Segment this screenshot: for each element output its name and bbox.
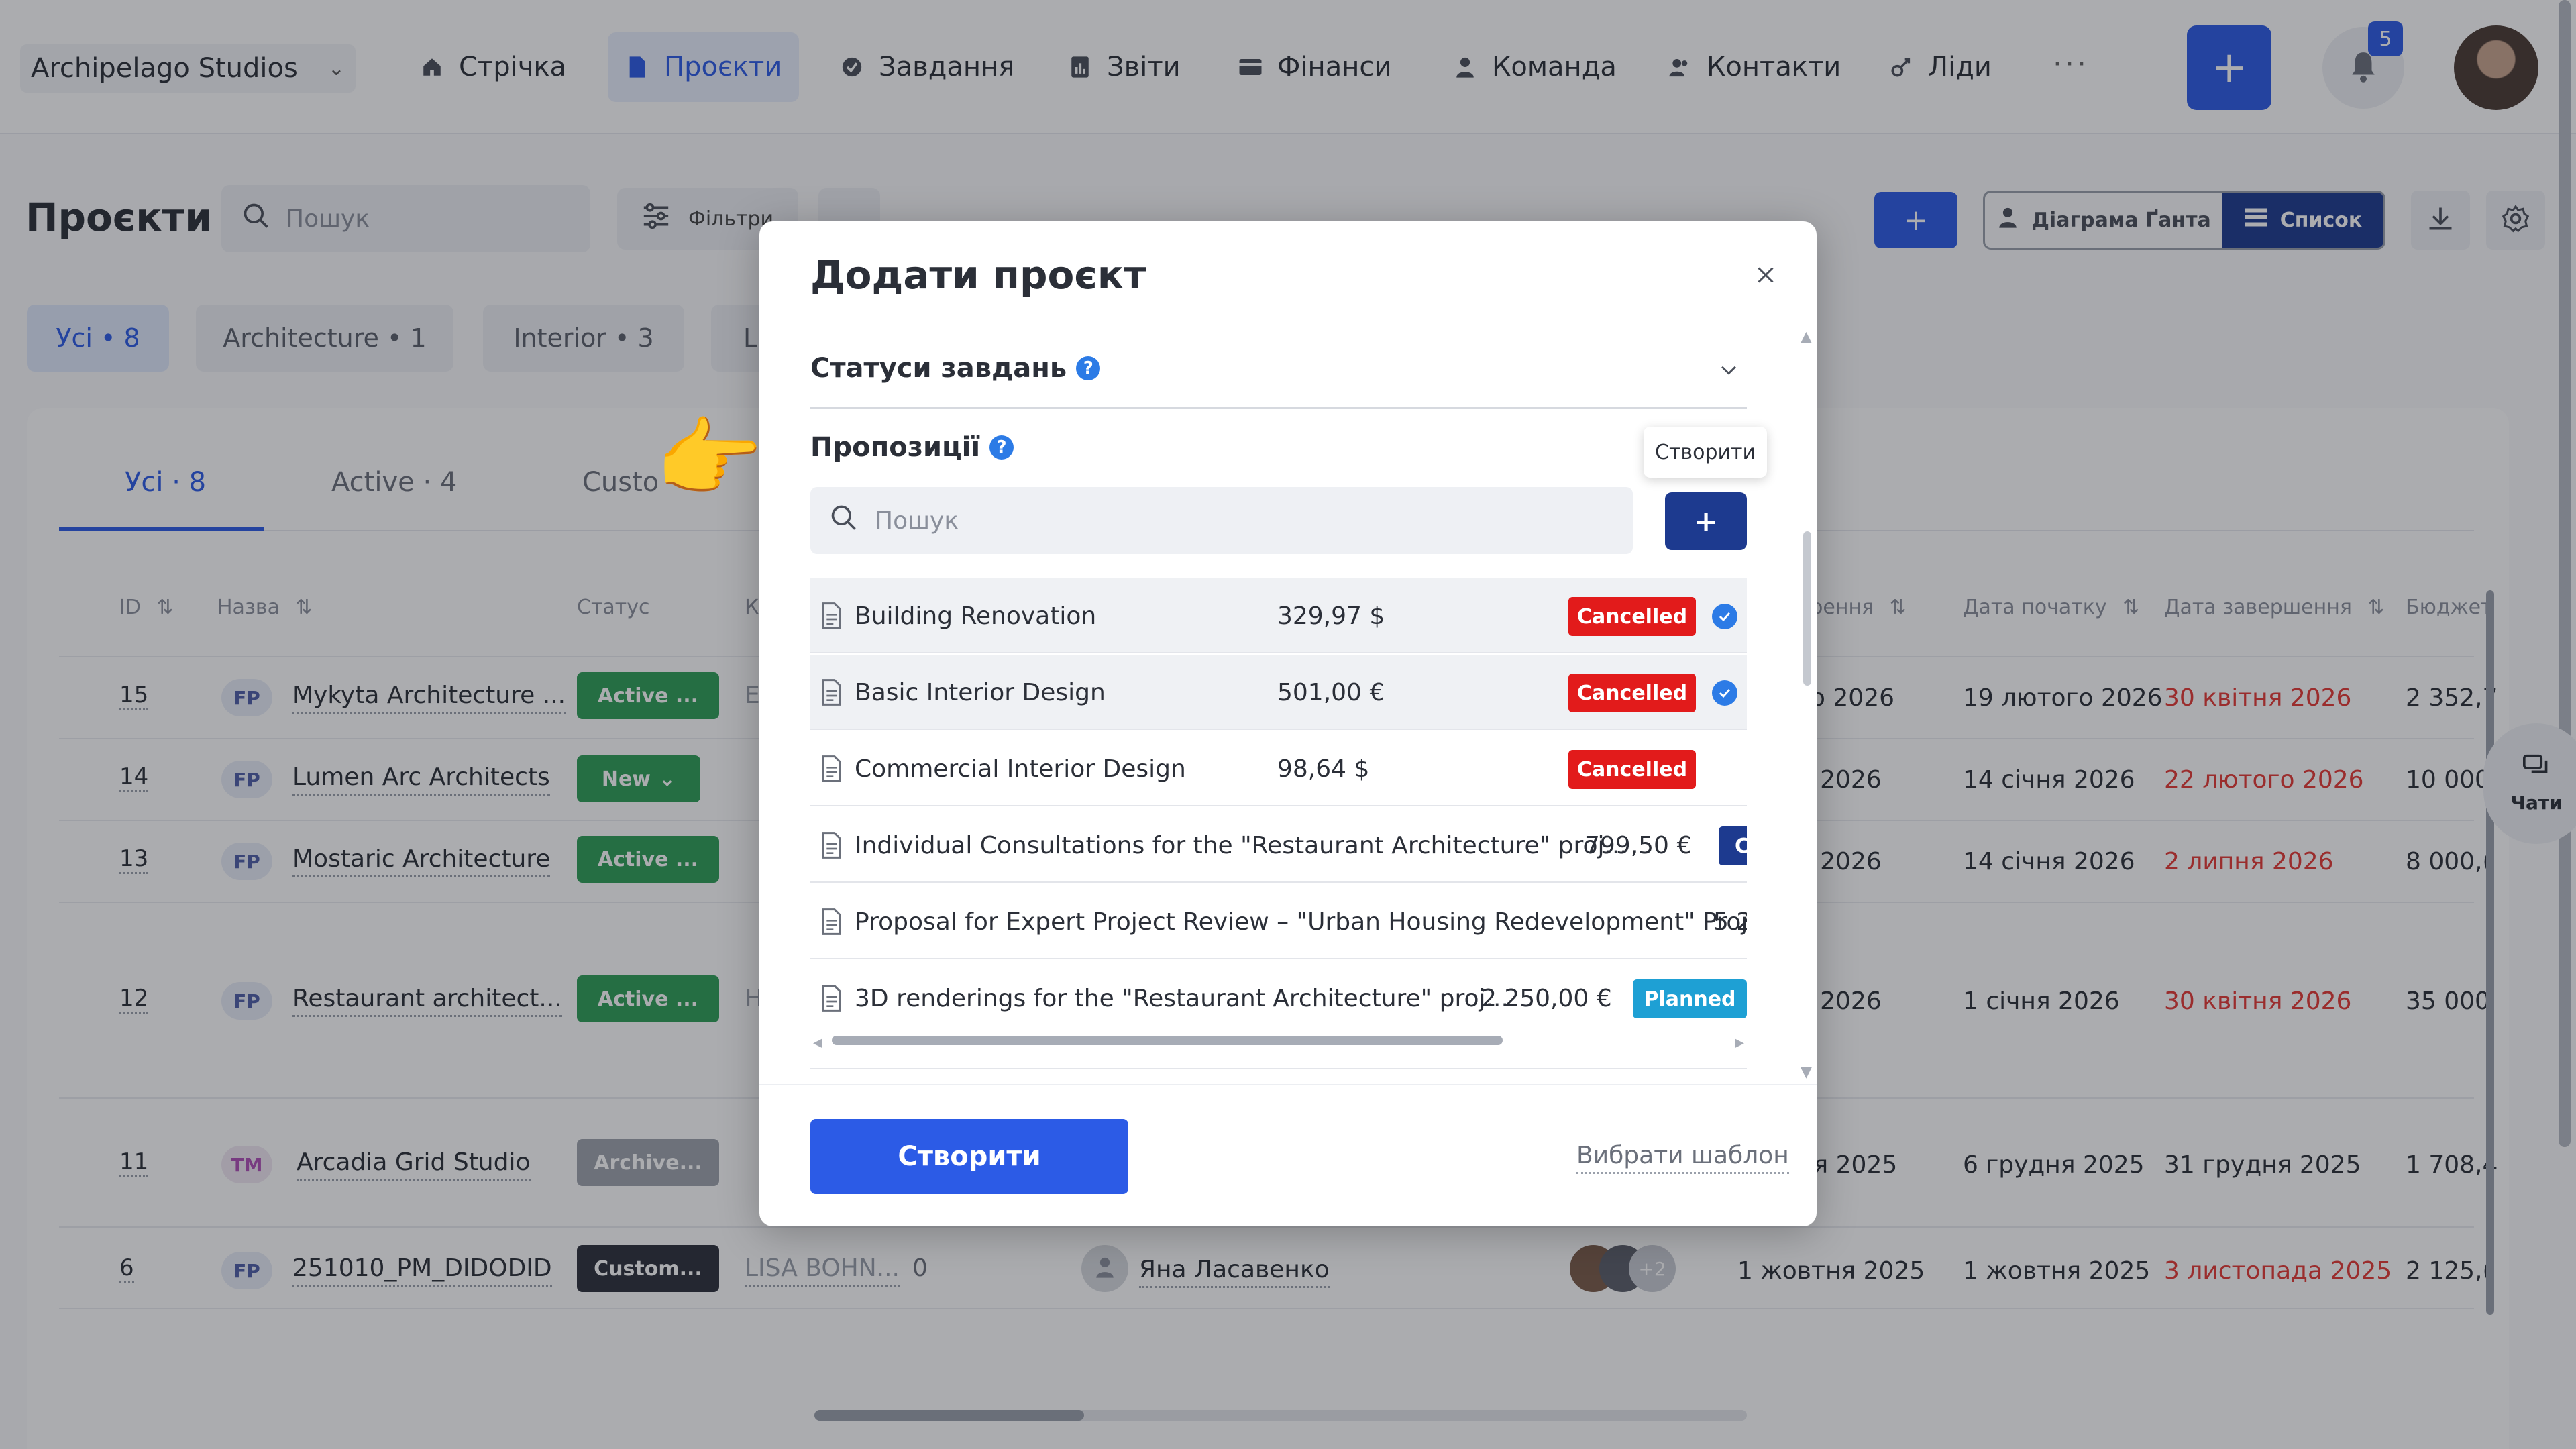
add-project-modal: Додати проєкт Статуси завдань ? Пропозиц…	[759, 221, 1817, 1226]
proposal-status-badge: Planned	[1633, 979, 1747, 1018]
proposals-list: Building Renovation 329,97 $ Cancelled B…	[810, 578, 1747, 1034]
document-icon	[820, 602, 843, 629]
section-title: Пропозиції	[810, 432, 981, 463]
section-title: Статуси завдань	[810, 353, 1067, 384]
help-icon[interactable]: ?	[1076, 356, 1101, 380]
proposal-price: 2 250,00 €	[1481, 985, 1612, 1012]
pointing-hand-icon: 👉	[655, 407, 763, 509]
proposal-name: Proposal for Expert Project Review – "Ur…	[855, 908, 1747, 936]
task-statuses-section-toggle[interactable]: Статуси завдань ?	[810, 353, 1101, 384]
document-icon	[820, 755, 843, 782]
proposal-status-badge: Cancelled	[1568, 674, 1696, 712]
document-icon	[820, 985, 843, 1012]
proposals-section-title: Пропозиції ?	[810, 432, 1014, 463]
chevron-down-icon[interactable]	[1712, 353, 1746, 386]
proposal-status-badge: Cancelled	[1568, 597, 1696, 636]
scroll-right-arrow-icon[interactable]: ▶	[1735, 1036, 1744, 1050]
scroll-up-arrow-icon[interactable]: ▲	[1801, 329, 1812, 345]
proposal-price: 98,64 $	[1277, 755, 1370, 783]
close-icon	[1754, 263, 1778, 290]
close-button[interactable]	[1746, 256, 1786, 297]
proposals-search-input[interactable]: Пошук	[810, 487, 1633, 554]
create-project-button[interactable]: Створити	[810, 1119, 1128, 1194]
proposal-name: Individual Consultations for the "Restau…	[855, 832, 1627, 859]
create-tooltip: Створити	[1644, 427, 1767, 478]
document-icon	[820, 908, 843, 935]
help-icon[interactable]: ?	[989, 435, 1014, 460]
proposals-horizontal-scrollbar[interactable]: ◀ ▶	[813, 1036, 1744, 1050]
checkmark-icon[interactable]	[1712, 680, 1737, 706]
section-divider	[810, 1068, 1747, 1069]
proposal-name: Building Renovation	[855, 602, 1097, 630]
proposal-row[interactable]: Individual Consultations for the "Restau…	[810, 808, 1747, 883]
proposal-row[interactable]: Commercial Interior Design 98,64 $ Cance…	[810, 731, 1747, 806]
document-icon	[820, 679, 843, 706]
proposal-row[interactable]: 3D renderings for the "Restaurant Archit…	[810, 961, 1747, 1034]
proposal-status-badge: Cancelled	[1568, 750, 1696, 789]
search-placeholder: Пошук	[875, 506, 959, 535]
proposal-name: 3D renderings for the "Restaurant Archit…	[855, 985, 1509, 1012]
scroll-left-arrow-icon[interactable]: ◀	[813, 1036, 822, 1050]
scroll-down-arrow-icon[interactable]: ▼	[1801, 1064, 1812, 1081]
footer-divider	[759, 1084, 1817, 1085]
proposal-price: 501,00 €	[1277, 679, 1385, 706]
checkmark-icon[interactable]	[1712, 604, 1737, 629]
create-proposal-button[interactable]: +	[1665, 492, 1747, 550]
proposal-price: 5 2	[1713, 908, 1747, 936]
modal-title: Додати проєкт	[810, 252, 1146, 298]
proposal-status-badge: C	[1719, 826, 1747, 865]
proposal-row[interactable]: Basic Interior Design 501,00 € Cancelled	[810, 655, 1747, 730]
search-icon	[829, 503, 859, 539]
proposals-horizontal-scroll-thumb[interactable]	[832, 1036, 1503, 1045]
proposal-row[interactable]: Building Renovation 329,97 $ Cancelled	[810, 578, 1747, 653]
proposal-name: Commercial Interior Design	[855, 755, 1186, 783]
section-divider	[810, 407, 1747, 409]
proposal-name: Basic Interior Design	[855, 679, 1106, 706]
proposal-row[interactable]: Proposal for Expert Project Review – "Ur…	[810, 884, 1747, 959]
document-icon	[820, 832, 843, 859]
modal-vertical-scroll-thumb[interactable]	[1803, 531, 1811, 686]
proposal-price: 329,97 $	[1277, 602, 1385, 630]
choose-template-link[interactable]: Вибрати шаблон	[1576, 1142, 1789, 1174]
proposal-price: 799,50 €	[1585, 832, 1693, 859]
